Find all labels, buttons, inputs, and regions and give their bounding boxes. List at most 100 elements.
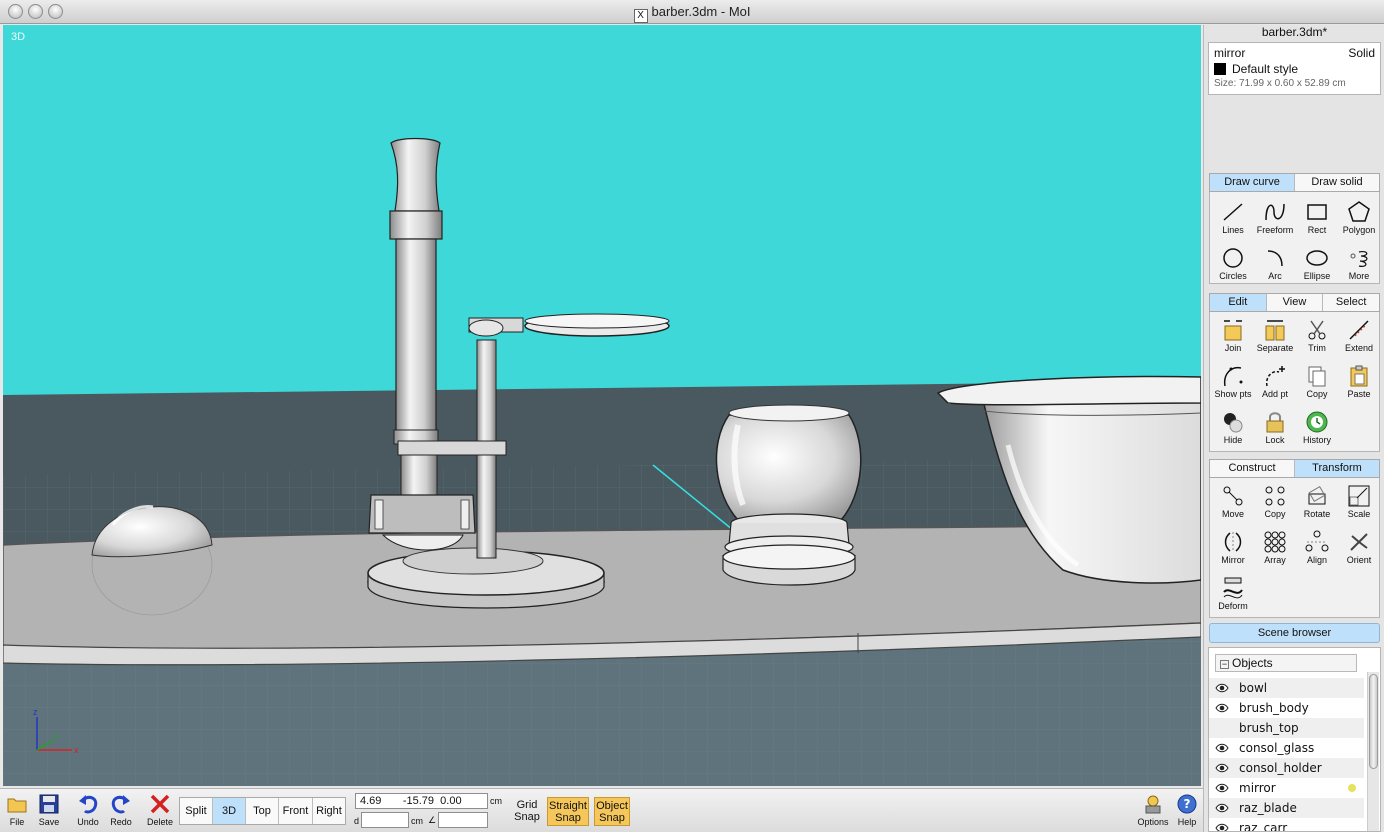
freeform-tool[interactable]: Freeform [1254, 200, 1296, 235]
coord-unit: cm [490, 796, 502, 806]
eye-icon[interactable] [1215, 683, 1229, 693]
object-row-brush_body[interactable]: brush_body [1209, 698, 1364, 718]
arc-tool[interactable]: Arc [1254, 246, 1296, 281]
ellipse-tool[interactable]: Ellipse [1296, 246, 1338, 281]
straight-snap-toggle[interactable]: Straight Snap [547, 797, 589, 826]
tab-edit[interactable]: Edit [1210, 294, 1267, 311]
scissors-icon [1305, 318, 1329, 342]
straight-snap-line1: Straight [549, 800, 587, 812]
hide-tool[interactable]: Hide [1212, 410, 1254, 445]
tab-select[interactable]: Select [1323, 294, 1379, 311]
extend-icon [1347, 318, 1371, 342]
deform-tool[interactable]: Deform [1212, 576, 1254, 611]
style-selector[interactable]: Default style [1214, 62, 1375, 78]
object-row-brush_top[interactable]: brush_top [1209, 718, 1364, 738]
object-row-mirror[interactable]: mirror [1209, 778, 1364, 798]
hide-icon [1221, 410, 1245, 434]
polygon-tool[interactable]: Polygon [1338, 200, 1380, 235]
eye-icon[interactable] [1215, 743, 1229, 753]
history-tool[interactable]: History [1296, 410, 1338, 445]
eye-icon[interactable] [1215, 703, 1229, 713]
rect-tool[interactable]: Rect [1296, 200, 1338, 235]
tab-right-view[interactable]: Right [313, 798, 345, 824]
align-tool[interactable]: Align [1296, 530, 1338, 565]
orient-tool[interactable]: Orient [1338, 530, 1380, 565]
object-row-raz_carr[interactable]: raz_carr [1209, 818, 1364, 832]
delete-button[interactable]: Delete [143, 793, 177, 827]
eye-icon[interactable] [1215, 823, 1229, 832]
move-icon [1221, 484, 1245, 508]
brush-object[interactable] [715, 404, 862, 586]
z-axis-label: z [33, 707, 38, 717]
object-row-raz_blade[interactable]: raz_blade [1209, 798, 1364, 818]
transform-copy-label: Copy [1264, 509, 1286, 519]
object-snap-toggle[interactable]: Object Snap [594, 797, 630, 826]
eye-icon[interactable] [1215, 803, 1229, 813]
scene-browser-button[interactable]: Scene browser [1209, 623, 1380, 643]
tab-construct[interactable]: Construct [1210, 460, 1295, 477]
tab-view[interactable]: View [1267, 294, 1324, 311]
coordinate-input[interactable]: 4.69 -15.79 0.00 [355, 793, 488, 809]
viewport-label: 3D [11, 31, 26, 43]
collapse-icon[interactable]: − [1220, 660, 1229, 669]
show-points-icon [1221, 364, 1245, 388]
paste-tool[interactable]: Paste [1338, 364, 1380, 399]
tab-front-view[interactable]: Front [279, 798, 313, 824]
circles-tool[interactable]: Circles [1212, 246, 1254, 281]
save-button[interactable]: Save [32, 793, 66, 827]
options-label: Options [1137, 817, 1169, 827]
undo-button[interactable]: Undo [71, 793, 105, 827]
copy-icon [1305, 364, 1329, 388]
angle-input[interactable] [438, 812, 488, 828]
tab-draw-curve[interactable]: Draw curve [1210, 174, 1295, 191]
lock-tool[interactable]: Lock [1254, 410, 1296, 445]
trim-tool[interactable]: Trim [1296, 318, 1338, 353]
join-icon [1221, 318, 1245, 342]
tab-top-view[interactable]: Top [246, 798, 279, 824]
eye-icon[interactable] [1215, 783, 1229, 793]
separate-icon [1263, 318, 1287, 342]
move-tool[interactable]: Move [1212, 484, 1254, 519]
viewport-3d[interactable]: 3D z x y [3, 25, 1201, 786]
tab-draw-solid[interactable]: Draw solid [1295, 174, 1379, 191]
delete-icon [149, 793, 171, 815]
ellipse-icon [1305, 246, 1329, 270]
mirror-tool[interactable]: Mirror [1212, 530, 1254, 565]
rotate-tool[interactable]: Rotate [1296, 484, 1338, 519]
copy-tool[interactable]: Copy [1296, 364, 1338, 399]
transform-copy-tool[interactable]: Copy [1254, 484, 1296, 519]
tab-transform[interactable]: Transform [1295, 460, 1379, 477]
tab-split-view[interactable]: Split [180, 798, 213, 824]
join-label: Join [1224, 343, 1242, 353]
objects-group-header[interactable]: − Objects [1215, 654, 1357, 672]
add-point-tool[interactable]: Add pt [1254, 364, 1296, 399]
redo-button[interactable]: Redo [104, 793, 138, 827]
join-tool[interactable]: Join [1212, 318, 1254, 353]
file-button[interactable]: File [0, 793, 34, 827]
scale-tool[interactable]: Scale [1338, 484, 1380, 519]
spiral-icon [1347, 246, 1371, 270]
more-tool[interactable]: More [1338, 246, 1380, 281]
floppy-icon [38, 793, 60, 815]
eye-icon[interactable] [1215, 763, 1229, 773]
help-button[interactable]: ? Help [1170, 793, 1204, 827]
options-button[interactable]: Options [1135, 793, 1171, 827]
show-points-tool[interactable]: Show pts [1212, 364, 1254, 399]
array-tool[interactable]: Array [1254, 530, 1296, 565]
lines-tool[interactable]: Lines [1212, 200, 1254, 235]
tab-3d-view[interactable]: 3D [213, 798, 246, 824]
move-label: Move [1221, 509, 1244, 519]
object-row-consol_glass[interactable]: consol_glass [1209, 738, 1364, 758]
freeform-label: Freeform [1256, 225, 1294, 235]
options-icon [1142, 793, 1164, 815]
edit-toolbox: Join Separate Trim Extend Show pts Add p… [1209, 312, 1380, 452]
scene-scrollbar[interactable] [1367, 672, 1379, 831]
scrollbar-thumb[interactable] [1369, 674, 1378, 769]
grid-snap-toggle[interactable]: Grid Snap [511, 797, 543, 826]
object-row-bowl[interactable]: bowl [1209, 678, 1364, 698]
extend-tool[interactable]: Extend [1338, 318, 1380, 353]
separate-tool[interactable]: Separate [1254, 318, 1296, 353]
object-name[interactable]: mirror [1214, 46, 1245, 60]
object-row-consol_holder[interactable]: consol_holder [1209, 758, 1364, 778]
distance-input[interactable] [361, 812, 409, 828]
